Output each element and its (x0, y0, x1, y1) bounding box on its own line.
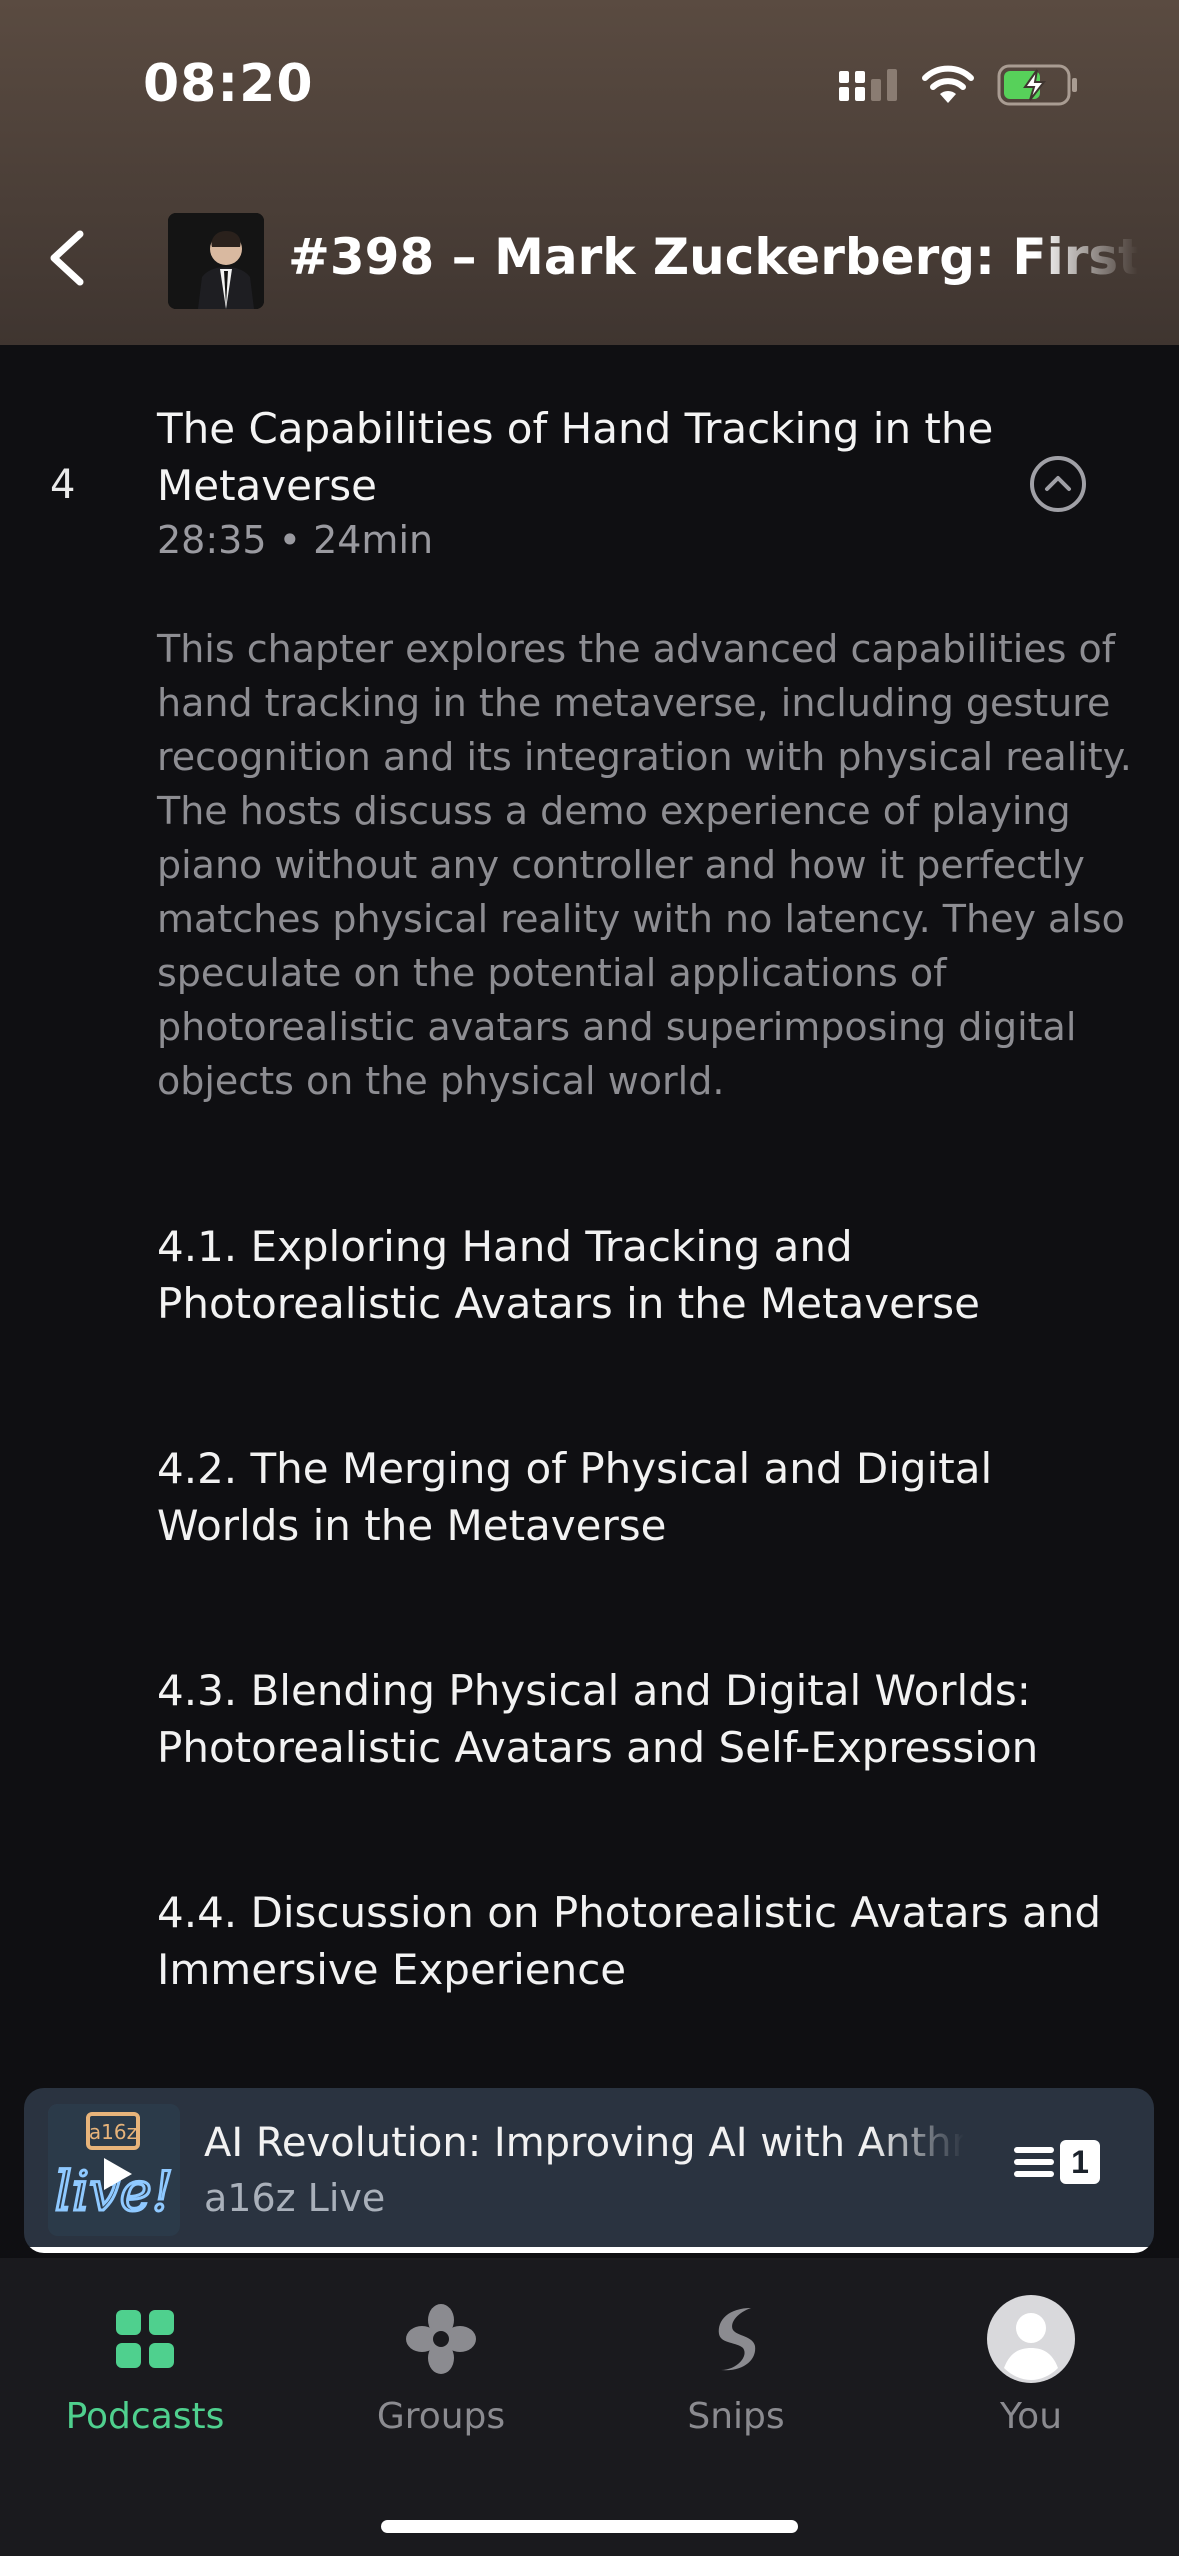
chapter-meta: 28:35 • 24min (157, 518, 434, 562)
grid-icon (116, 2310, 174, 2368)
collapse-chevron-up-icon[interactable] (1028, 454, 1088, 514)
mini-player-title: AI Revolution: Improving AI with Anthrop… (204, 2120, 964, 2166)
mini-player-subtitle: a16z Live (204, 2176, 386, 2220)
queue-count-badge: 1 (1060, 2140, 1100, 2184)
subchapter-item[interactable]: 4.2. The Merging of Physical and Digital… (157, 1440, 1137, 1554)
snips-icon (718, 2308, 756, 2371)
tab-label: Groups (376, 2396, 506, 2437)
avatar-icon (987, 2295, 1075, 2383)
tab-label: Snips (687, 2396, 785, 2437)
queue-button[interactable]: 1 (1014, 2140, 1100, 2184)
back-chevron-icon[interactable] (44, 228, 90, 288)
subchapter-item[interactable]: 4.1. Exploring Hand Tracking and Photore… (157, 1218, 1137, 1332)
wifi-icon (922, 65, 974, 103)
subchapter-item[interactable]: 4.4. Discussion on Photorealistic Avatar… (157, 1884, 1137, 1998)
tab-bar: Podcasts Groups Snips You (0, 2258, 1179, 2556)
tab-you[interactable]: You (911, 2294, 1151, 2437)
chapter-title[interactable]: The Capabilities of Hand Tracking in the… (157, 400, 997, 514)
tab-podcasts[interactable]: Podcasts (25, 2294, 265, 2437)
episode-title: #398 – Mark Zuckerberg: First Interview … (288, 228, 1138, 286)
chapter-number: 4 (50, 462, 76, 508)
tab-snips[interactable]: Snips (616, 2294, 856, 2437)
podcast-artwork[interactable] (168, 213, 264, 309)
logo-text-a16z: a16z (89, 2120, 137, 2144)
queue-list-icon (1014, 2147, 1054, 2177)
chapter-description: This chapter explores the advanced capab… (157, 627, 1132, 1103)
home-indicator[interactable] (381, 2520, 798, 2533)
status-icons (839, 62, 1079, 108)
a16z-live-logo: a16z live! (48, 2104, 180, 2236)
tab-label: You (999, 2396, 1063, 2437)
battery-charging-icon (997, 64, 1077, 106)
tab-groups[interactable]: Groups (321, 2294, 561, 2437)
header: 08:20 #398 – Mark Zuckerberg: First (0, 0, 1179, 345)
mini-player-progress (24, 2247, 1154, 2253)
tab-label: Podcasts (65, 2396, 225, 2437)
subchapter-item[interactable]: 4.3. Blending Physical and Digital World… (157, 1662, 1137, 1776)
mini-player-artwork[interactable]: a16z live! (48, 2104, 180, 2236)
mini-player[interactable]: a16z live! AI Revolution: Improving AI w… (24, 2088, 1154, 2253)
groups-icon (406, 2304, 476, 2374)
podcast-artwork-image (168, 213, 264, 309)
status-time: 08:20 (143, 54, 314, 114)
cellular-signal-icon (839, 69, 897, 101)
